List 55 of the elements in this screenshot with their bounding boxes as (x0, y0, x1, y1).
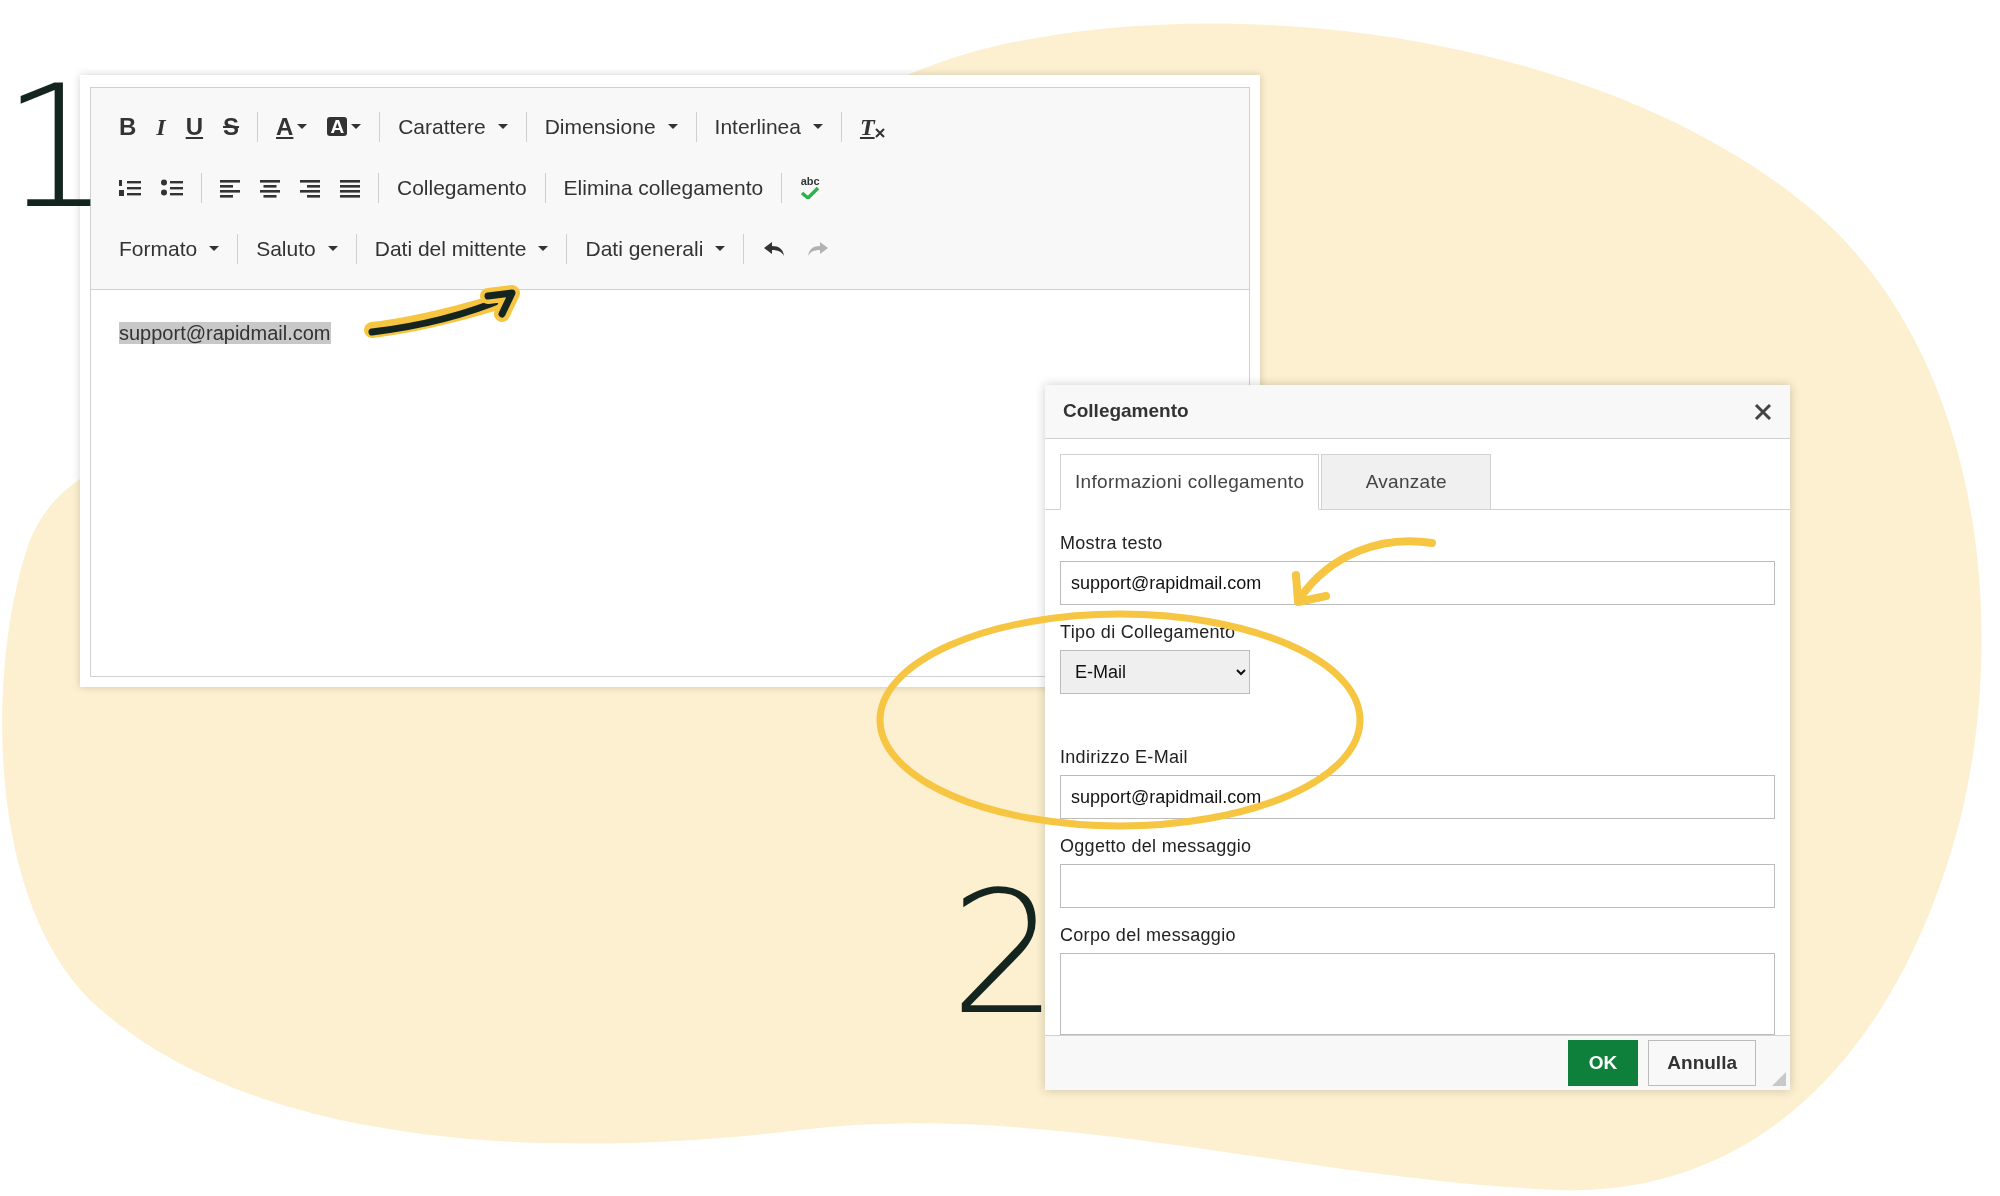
field-label: Oggetto del messaggio (1060, 835, 1253, 859)
caret-icon (209, 246, 220, 251)
numbered-list-icon (119, 177, 141, 198)
caret-icon (497, 124, 508, 129)
undo-icon (762, 239, 787, 258)
step-number: 2 (950, 868, 1059, 1038)
caret-icon (667, 124, 678, 129)
close-icon (1754, 402, 1772, 421)
field-label: Mostra testo (1060, 532, 1164, 556)
check-icon (800, 187, 821, 199)
resize-grip-icon[interactable] (1772, 1072, 1786, 1086)
cancel-button[interactable]: Annulla (1648, 1040, 1756, 1087)
text-color-button[interactable]: A (266, 110, 318, 143)
close-button[interactable] (1754, 402, 1772, 421)
step-number: 1 (2, 62, 111, 232)
caret-icon (812, 124, 823, 129)
align-center-icon (260, 177, 280, 198)
spellcheck-button[interactable]: abc (790, 174, 831, 201)
field-label: Indirizzo E-Mail (1060, 746, 1189, 770)
dropdown-button[interactable]: Carattere (388, 112, 518, 141)
dialog-title: Collegamento (1063, 399, 1189, 424)
dropdown-button[interactable]: Dati del mittente (364, 234, 559, 263)
bulleted-list-icon (161, 177, 183, 198)
caret-icon (715, 246, 726, 251)
align-left-icon (220, 177, 240, 198)
input-field[interactable]: support@rapidmail.com (1060, 775, 1775, 820)
field-label: Tipo di Collegamento (1060, 621, 1237, 645)
italic-button[interactable]: I (146, 110, 176, 143)
dropdown-button[interactable]: Dati generali (575, 234, 736, 263)
dropdown-button[interactable]: Formato (109, 234, 230, 263)
justify-icon (340, 177, 360, 198)
caret-icon (351, 124, 362, 129)
input-field[interactable] (1060, 864, 1775, 909)
tab[interactable]: Avanzate (1321, 454, 1492, 511)
selected-text: support@rapidmail.com (119, 322, 331, 344)
ok-button[interactable]: OK (1567, 1040, 1639, 1087)
remove-format-button[interactable]: T (849, 110, 895, 143)
toolbar-button[interactable]: Elimina collegamento (553, 173, 774, 202)
caret-icon (538, 246, 549, 251)
toolbar-button[interactable]: Collegamento (387, 173, 537, 202)
bold-button[interactable]: B (109, 110, 147, 143)
caret-icon (327, 246, 338, 251)
dropdown-button[interactable]: Interlinea (704, 112, 833, 141)
tab[interactable]: Informazioni collegamento (1060, 454, 1320, 511)
background-color-button[interactable]: A (317, 113, 372, 140)
align-right-icon (300, 177, 320, 198)
underline-button[interactable]: U (175, 110, 214, 143)
cross-icon (874, 127, 885, 138)
caret-icon (297, 124, 308, 129)
strikethrough-button[interactable]: S (213, 110, 250, 143)
dropdown-button[interactable]: Saluto (246, 234, 348, 263)
select-field[interactable]: E-Mail (1060, 650, 1250, 695)
field-label: Corpo del messaggio (1060, 924, 1237, 948)
dropdown-button[interactable]: Dimensione (534, 112, 688, 141)
input-field[interactable]: support@rapidmail.com (1060, 561, 1775, 606)
